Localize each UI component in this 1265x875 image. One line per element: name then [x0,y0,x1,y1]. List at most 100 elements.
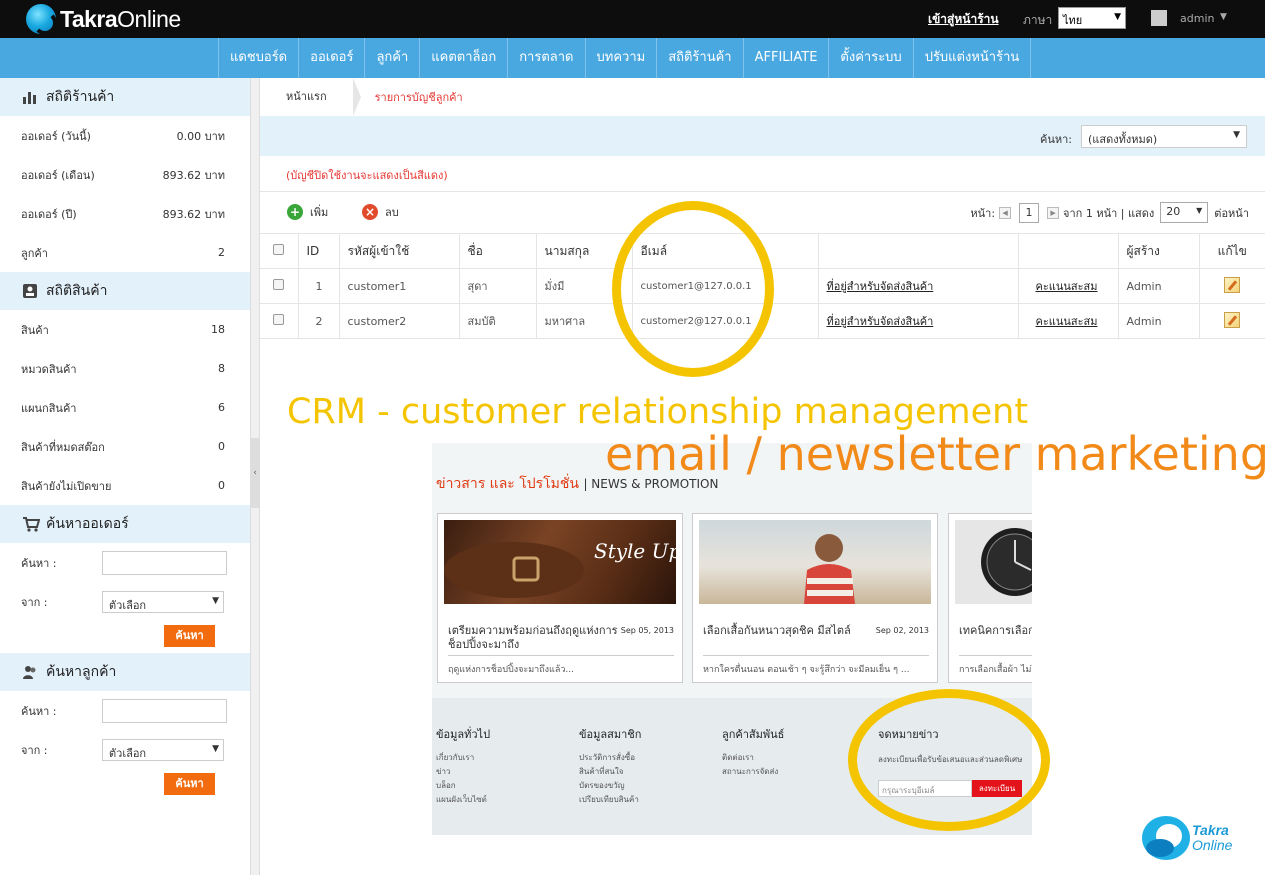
delete-button[interactable]: × ลบ [362,203,399,221]
style-updates-caption: Style Updates [594,539,676,563]
points-link[interactable]: คะแนนสะสม [1036,315,1098,328]
logo[interactable]: TakraOnline [26,4,181,35]
logo-text-bold: Takra [60,5,118,32]
nav-item-catalog[interactable]: แคตตาล็อก [419,38,507,78]
prev-page-icon[interactable]: ◀ [999,206,1012,219]
footer-link[interactable]: ประวัติการสั่งซื้อ [579,751,641,765]
news-card[interactable]: เลือกเสื้อกันหนาวสุดชิค มีสไตล์ Sep 02, … [692,513,938,683]
footer-link[interactable]: บัตรของขวัญ [579,779,641,793]
language-label: ภาษา [1023,13,1053,27]
order-from-select[interactable]: ตัวเลือก [102,590,224,613]
col-username[interactable]: รหัสผู้เข้าใช้ [338,233,459,269]
brand-line-1: Takra [1192,822,1229,838]
footer-link[interactable]: เปรียบเทียบสินค้า [579,793,641,807]
nav-item-settings[interactable]: ตั้งค่าระบบ [828,38,912,78]
stat-row: สินค้าที่หมดสต๊อก 0 [0,427,250,466]
col-id[interactable]: ID [297,233,339,269]
edit-icon[interactable] [1224,276,1241,293]
cell-first-name: สมบัติ [458,303,536,339]
collapse-sidebar-icon[interactable]: ‹ [250,438,260,508]
order-from-value: ตัวเลือก [109,598,147,612]
news-card-excerpt: ฤดูแห่งการช็อปปิ้งจะมาถึงแล้ว... [448,665,574,675]
edit-icon[interactable] [1224,311,1241,328]
col-address [817,233,1018,269]
stat-row: ลูกค้า 2 [0,233,250,272]
sidebar: สถิติร้านค้า ออเดอร์ (วันนี้) 0.00 บาท ออ… [0,78,250,875]
nav-item-marketing[interactable]: การตลาด [507,38,584,78]
stat-label: ออเดอร์ (วันนี้) [21,129,91,143]
storefront-link[interactable]: เข้าสู่หน้าร้าน [928,10,999,29]
nav-item-dashboard[interactable]: แดชบอร์ด [218,38,298,78]
stat-value: 2 [218,246,225,259]
contact-card-icon [22,283,38,299]
footer-link[interactable]: แผนผังเว็บไซต์ [436,793,490,807]
nav-item-articles[interactable]: บทความ [584,38,657,78]
breadcrumb-home[interactable]: หน้าแรก [260,78,361,116]
nav-item-customers[interactable]: ลูกค้า [364,38,419,78]
customer-from-select[interactable]: ตัวเลือก [102,738,224,761]
order-search-input[interactable] [102,550,227,575]
main-nav: แดชบอร์ด ออเดอร์ ลูกค้า แคตตาล็อก การตลา… [0,38,1265,78]
logo-icon [26,4,57,35]
add-button[interactable]: + เพิ่ม [287,203,328,221]
nav-item-storefront-design[interactable]: ปรับแต่งหน้าร้าน [912,38,1032,78]
footer-link[interactable]: สินค้าที่สนใจ [579,765,641,779]
crm-caption: CRM - customer relationship management [287,392,1029,432]
footer-link[interactable]: เกี่ยวกับเรา [436,751,490,765]
order-search-button[interactable]: ค้นหา [164,625,215,647]
user-name[interactable]: admin [1180,12,1214,25]
row-checkbox[interactable] [273,279,285,290]
footer-link[interactable]: บล็อก [436,779,490,793]
filter-value: (แสดงทั้งหมด) [1088,133,1158,146]
page-label: หน้า: [970,206,996,220]
per-page-value: 20 [1166,205,1181,218]
nav-item-orders[interactable]: ออเดอร์ [298,38,364,78]
breadcrumb: หน้าแรก รายการบัญชีลูกค้า [260,78,1265,116]
filter-select[interactable]: (แสดงทั้งหมด) [1081,125,1247,148]
filter-label: ค้นหา: [1040,133,1073,146]
cell-id: 2 [297,303,339,339]
bar-chart-icon [22,89,38,105]
nav-item-affiliate[interactable]: AFFILIATE [742,38,829,78]
language-select[interactable]: ไทย [1058,7,1126,29]
nav-item-store-stats[interactable]: สถิติร้านค้า [656,38,742,78]
stat-label: แผนกสินค้า [21,401,77,415]
user-avatar-icon[interactable] [1151,10,1167,26]
stat-label: ออเดอร์ (ปี) [21,207,77,221]
top-bar: TakraOnline เข้าสู่หน้าร้าน ภาษา ไทย adm… [0,0,1265,38]
stat-value: 893.62 บาท [162,207,225,221]
footer-link[interactable]: ข่าว [436,765,490,779]
stat-row: หมวดสินค้า 8 [0,349,250,388]
close-icon: × [362,204,378,220]
customer-search-label: ค้นหา : [21,704,57,718]
beach-photo [699,520,931,604]
col-creator[interactable]: ผู้สร้าง [1117,233,1199,269]
select-all-checkbox[interactable] [273,244,285,255]
store-stats-header: สถิติร้านค้า [0,78,250,116]
per-page-select[interactable]: 20 [1160,202,1209,223]
shipping-address-link[interactable]: ที่อยู่สำหรับจัดส่งสินค้า [827,280,934,293]
stat-row: สินค้า 18 [0,310,250,349]
customer-search-input[interactable] [102,698,227,723]
customer-search-button[interactable]: ค้นหา [164,773,215,795]
page-input[interactable]: 1 [1019,202,1040,223]
footer-col-title: ข้อมูลทั่วไป [436,728,491,741]
shipping-address-link[interactable]: ที่อยู่สำหรับจัดส่งสินค้า [827,315,934,328]
row-checkbox[interactable] [273,314,285,325]
news-card[interactable]: Style Updates เตรียมความพร้อมก่อนถึงฤดูแ… [437,513,683,683]
store-stats-title: สถิติร้านค้า [46,89,115,105]
news-card[interactable]: เทคนิคการเลือกเสื้อ การเลือกเสื้อผ้า ไม่… [948,513,1032,683]
product-stats-title: สถิติสินค้า [46,283,108,299]
stat-row: ออเดอร์ (ปี) 893.62 บาท [0,194,250,233]
stat-row: แผนกสินค้า 6 [0,388,250,427]
delete-label: ลบ [385,206,399,219]
per-page-suffix: ต่อหน้า [1214,206,1249,220]
stat-row: ออเดอร์ (เดือน) 893.62 บาท [0,155,250,194]
footer-link[interactable]: สถานะการจัดส่ง [722,765,784,779]
footer-link[interactable]: ติดต่อเรา [722,751,784,765]
next-page-icon[interactable]: ▶ [1047,206,1060,219]
chevron-down-icon[interactable]: ▼ [1220,12,1227,22]
points-link[interactable]: คะแนนสะสม [1036,280,1098,293]
col-first-name[interactable]: ชื่อ [458,233,536,269]
page-of-text: จาก 1 หน้า | แสดง [1063,206,1155,220]
